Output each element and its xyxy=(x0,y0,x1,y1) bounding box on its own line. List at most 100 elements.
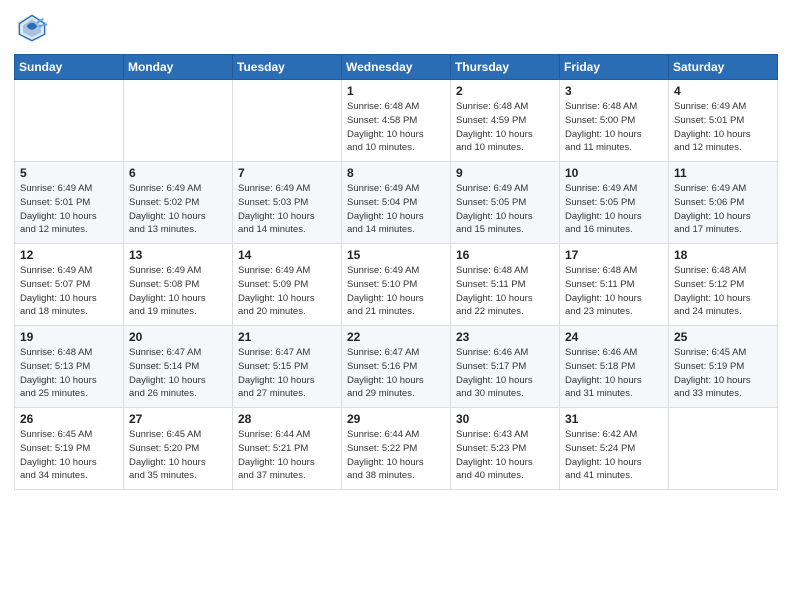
page: SundayMondayTuesdayWednesdayThursdayFrid… xyxy=(0,0,792,612)
day-info: Sunrise: 6:49 AM Sunset: 5:04 PM Dayligh… xyxy=(347,182,445,237)
day-info: Sunrise: 6:48 AM Sunset: 5:12 PM Dayligh… xyxy=(674,264,772,319)
day-number: 27 xyxy=(129,412,227,426)
day-number: 17 xyxy=(565,248,663,262)
day-cell: 9 Sunrise: 6:49 AM Sunset: 5:05 PM Daylig… xyxy=(451,162,560,244)
logo xyxy=(14,10,54,46)
day-cell: 1 Sunrise: 6:48 AM Sunset: 4:58 PM Daylig… xyxy=(342,80,451,162)
day-number: 25 xyxy=(674,330,772,344)
day-cell: 15 Sunrise: 6:49 AM Sunset: 5:10 PM Dayli… xyxy=(342,244,451,326)
day-cell xyxy=(15,80,124,162)
day-info: Sunrise: 6:49 AM Sunset: 5:06 PM Dayligh… xyxy=(674,182,772,237)
day-number: 6 xyxy=(129,166,227,180)
day-cell: 28 Sunrise: 6:44 AM Sunset: 5:21 PM Dayli… xyxy=(233,408,342,490)
day-number: 24 xyxy=(565,330,663,344)
day-cell: 14Sunrise: 6:49 AM Sunset: 5:09 PM Dayli… xyxy=(233,244,342,326)
day-info: Sunrise: 6:48 AM Sunset: 5:11 PM Dayligh… xyxy=(456,264,554,319)
week-row-4: 19 Sunrise: 6:48 AM Sunset: 5:13 PM Dayli… xyxy=(15,326,778,408)
day-cell xyxy=(669,408,778,490)
weekday-monday: Monday xyxy=(124,55,233,80)
day-number: 28 xyxy=(238,412,336,426)
day-cell: 7Sunrise: 6:49 AM Sunset: 5:03 PM Daylig… xyxy=(233,162,342,244)
day-info: Sunrise: 6:48 AM Sunset: 4:58 PM Dayligh… xyxy=(347,100,445,155)
day-cell xyxy=(124,80,233,162)
weekday-friday: Friday xyxy=(560,55,669,80)
weekday-header-row: SundayMondayTuesdayWednesdayThursdayFrid… xyxy=(15,55,778,80)
day-number: 23 xyxy=(456,330,554,344)
day-cell: 27Sunrise: 6:45 AM Sunset: 5:20 PM Dayli… xyxy=(124,408,233,490)
day-info: Sunrise: 6:49 AM Sunset: 5:07 PM Dayligh… xyxy=(20,264,118,319)
day-info: Sunrise: 6:49 AM Sunset: 5:10 PM Dayligh… xyxy=(347,264,445,319)
day-info: Sunrise: 6:48 AM Sunset: 5:13 PM Dayligh… xyxy=(20,346,118,401)
day-number: 5 xyxy=(20,166,118,180)
day-number: 2 xyxy=(456,84,554,98)
day-number: 29 xyxy=(347,412,445,426)
day-cell: 25 Sunrise: 6:45 AM Sunset: 5:19 PM Dayli… xyxy=(669,326,778,408)
day-info: Sunrise: 6:48 AM Sunset: 5:11 PM Dayligh… xyxy=(565,264,663,319)
day-number: 12 xyxy=(20,248,118,262)
day-cell: 11 Sunrise: 6:49 AM Sunset: 5:06 PM Dayli… xyxy=(669,162,778,244)
weekday-tuesday: Tuesday xyxy=(233,55,342,80)
day-number: 11 xyxy=(674,166,772,180)
day-number: 13 xyxy=(129,248,227,262)
week-row-2: 5 Sunrise: 6:49 AM Sunset: 5:01 PM Daylig… xyxy=(15,162,778,244)
weekday-wednesday: Wednesday xyxy=(342,55,451,80)
day-cell: 13 Sunrise: 6:49 AM Sunset: 5:08 PM Dayli… xyxy=(124,244,233,326)
day-cell: 18 Sunrise: 6:48 AM Sunset: 5:12 PM Dayli… xyxy=(669,244,778,326)
logo-icon xyxy=(14,10,50,46)
day-info: Sunrise: 6:43 AM Sunset: 5:23 PM Dayligh… xyxy=(456,428,554,483)
day-info: Sunrise: 6:47 AM Sunset: 5:15 PM Dayligh… xyxy=(238,346,336,401)
day-number: 16 xyxy=(456,248,554,262)
day-number: 19 xyxy=(20,330,118,344)
day-cell: 21 Sunrise: 6:47 AM Sunset: 5:15 PM Dayli… xyxy=(233,326,342,408)
day-cell: 23 Sunrise: 6:46 AM Sunset: 5:17 PM Dayli… xyxy=(451,326,560,408)
day-info: Sunrise: 6:48 AM Sunset: 5:00 PM Dayligh… xyxy=(565,100,663,155)
day-cell: 20Sunrise: 6:47 AM Sunset: 5:14 PM Dayli… xyxy=(124,326,233,408)
day-info: Sunrise: 6:45 AM Sunset: 5:19 PM Dayligh… xyxy=(20,428,118,483)
day-cell: 19 Sunrise: 6:48 AM Sunset: 5:13 PM Dayli… xyxy=(15,326,124,408)
day-info: Sunrise: 6:49 AM Sunset: 5:05 PM Dayligh… xyxy=(456,182,554,237)
day-info: Sunrise: 6:47 AM Sunset: 5:16 PM Dayligh… xyxy=(347,346,445,401)
calendar-table: SundayMondayTuesdayWednesdayThursdayFrid… xyxy=(14,54,778,490)
day-info: Sunrise: 6:49 AM Sunset: 5:05 PM Dayligh… xyxy=(565,182,663,237)
day-cell: 10 Sunrise: 6:49 AM Sunset: 5:05 PM Dayli… xyxy=(560,162,669,244)
day-info: Sunrise: 6:47 AM Sunset: 5:14 PM Dayligh… xyxy=(129,346,227,401)
week-row-3: 12 Sunrise: 6:49 AM Sunset: 5:07 PM Dayli… xyxy=(15,244,778,326)
weekday-saturday: Saturday xyxy=(669,55,778,80)
day-number: 15 xyxy=(347,248,445,262)
day-cell: 3 Sunrise: 6:48 AM Sunset: 5:00 PM Daylig… xyxy=(560,80,669,162)
day-info: Sunrise: 6:49 AM Sunset: 5:01 PM Dayligh… xyxy=(20,182,118,237)
day-info: Sunrise: 6:46 AM Sunset: 5:17 PM Dayligh… xyxy=(456,346,554,401)
day-info: Sunrise: 6:44 AM Sunset: 5:21 PM Dayligh… xyxy=(238,428,336,483)
day-number: 9 xyxy=(456,166,554,180)
day-number: 30 xyxy=(456,412,554,426)
day-cell: 6Sunrise: 6:49 AM Sunset: 5:02 PM Daylig… xyxy=(124,162,233,244)
day-cell: 8Sunrise: 6:49 AM Sunset: 5:04 PM Daylig… xyxy=(342,162,451,244)
weekday-thursday: Thursday xyxy=(451,55,560,80)
day-info: Sunrise: 6:48 AM Sunset: 4:59 PM Dayligh… xyxy=(456,100,554,155)
day-number: 7 xyxy=(238,166,336,180)
day-info: Sunrise: 6:49 AM Sunset: 5:08 PM Dayligh… xyxy=(129,264,227,319)
day-number: 22 xyxy=(347,330,445,344)
day-info: Sunrise: 6:42 AM Sunset: 5:24 PM Dayligh… xyxy=(565,428,663,483)
day-info: Sunrise: 6:49 AM Sunset: 5:01 PM Dayligh… xyxy=(674,100,772,155)
day-number: 3 xyxy=(565,84,663,98)
day-cell: 4Sunrise: 6:49 AM Sunset: 5:01 PM Daylig… xyxy=(669,80,778,162)
day-number: 21 xyxy=(238,330,336,344)
day-info: Sunrise: 6:45 AM Sunset: 5:19 PM Dayligh… xyxy=(674,346,772,401)
day-cell xyxy=(233,80,342,162)
day-cell: 31 Sunrise: 6:42 AM Sunset: 5:24 PM Dayli… xyxy=(560,408,669,490)
day-cell: 22 Sunrise: 6:47 AM Sunset: 5:16 PM Dayli… xyxy=(342,326,451,408)
day-cell: 29Sunrise: 6:44 AM Sunset: 5:22 PM Dayli… xyxy=(342,408,451,490)
header xyxy=(14,10,778,46)
day-info: Sunrise: 6:49 AM Sunset: 5:09 PM Dayligh… xyxy=(238,264,336,319)
day-cell: 24 Sunrise: 6:46 AM Sunset: 5:18 PM Dayli… xyxy=(560,326,669,408)
day-number: 31 xyxy=(565,412,663,426)
day-cell: 30 Sunrise: 6:43 AM Sunset: 5:23 PM Dayli… xyxy=(451,408,560,490)
day-number: 18 xyxy=(674,248,772,262)
day-number: 1 xyxy=(347,84,445,98)
day-cell: 12 Sunrise: 6:49 AM Sunset: 5:07 PM Dayli… xyxy=(15,244,124,326)
day-number: 10 xyxy=(565,166,663,180)
day-info: Sunrise: 6:46 AM Sunset: 5:18 PM Dayligh… xyxy=(565,346,663,401)
day-cell: 16 Sunrise: 6:48 AM Sunset: 5:11 PM Dayli… xyxy=(451,244,560,326)
day-cell: 5 Sunrise: 6:49 AM Sunset: 5:01 PM Daylig… xyxy=(15,162,124,244)
